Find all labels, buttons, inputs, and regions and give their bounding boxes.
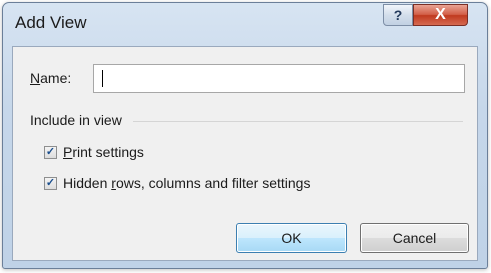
ok-button[interactable]: OK xyxy=(236,223,347,253)
cancel-button[interactable]: Cancel xyxy=(360,223,469,253)
name-input[interactable] xyxy=(93,64,465,93)
include-in-view-label: Include in view xyxy=(30,112,122,128)
checkmark-icon: ✓ xyxy=(45,176,56,189)
checkmark-icon: ✓ xyxy=(45,145,56,158)
group-separator xyxy=(133,121,463,122)
help-button[interactable]: ? xyxy=(383,4,413,26)
hidden-rows-checkbox[interactable]: ✓ xyxy=(44,176,57,190)
print-settings-accel: P xyxy=(63,144,73,160)
hidden-rows-label-prefix: Hidden xyxy=(63,175,112,191)
close-button[interactable]: X xyxy=(413,4,468,26)
hidden-rows-label: Hidden rows, columns and filter settings xyxy=(63,175,310,191)
dialog-body: Name: Include in view ✓ Print settings ✓… xyxy=(12,46,478,261)
hidden-rows-option[interactable]: ✓ Hidden rows, columns and filter settin… xyxy=(44,175,310,191)
name-label: Name: xyxy=(30,70,71,86)
print-settings-checkbox[interactable]: ✓ xyxy=(44,145,57,159)
print-settings-label-rest: rint settings xyxy=(72,144,144,160)
print-settings-option[interactable]: ✓ Print settings xyxy=(44,144,144,160)
text-caret xyxy=(102,70,103,87)
name-label-accel: N xyxy=(30,70,41,86)
dialog-window: Add View ? X Name: Include in view ✓ Pri… xyxy=(2,2,488,269)
hidden-rows-label-rest: ows, columns and filter settings xyxy=(115,175,311,191)
help-icon: ? xyxy=(393,7,403,23)
dialog-title: Add View xyxy=(15,13,87,32)
name-label-rest: ame: xyxy=(40,70,72,86)
print-settings-label: Print settings xyxy=(63,144,144,160)
close-icon: X xyxy=(435,6,446,23)
